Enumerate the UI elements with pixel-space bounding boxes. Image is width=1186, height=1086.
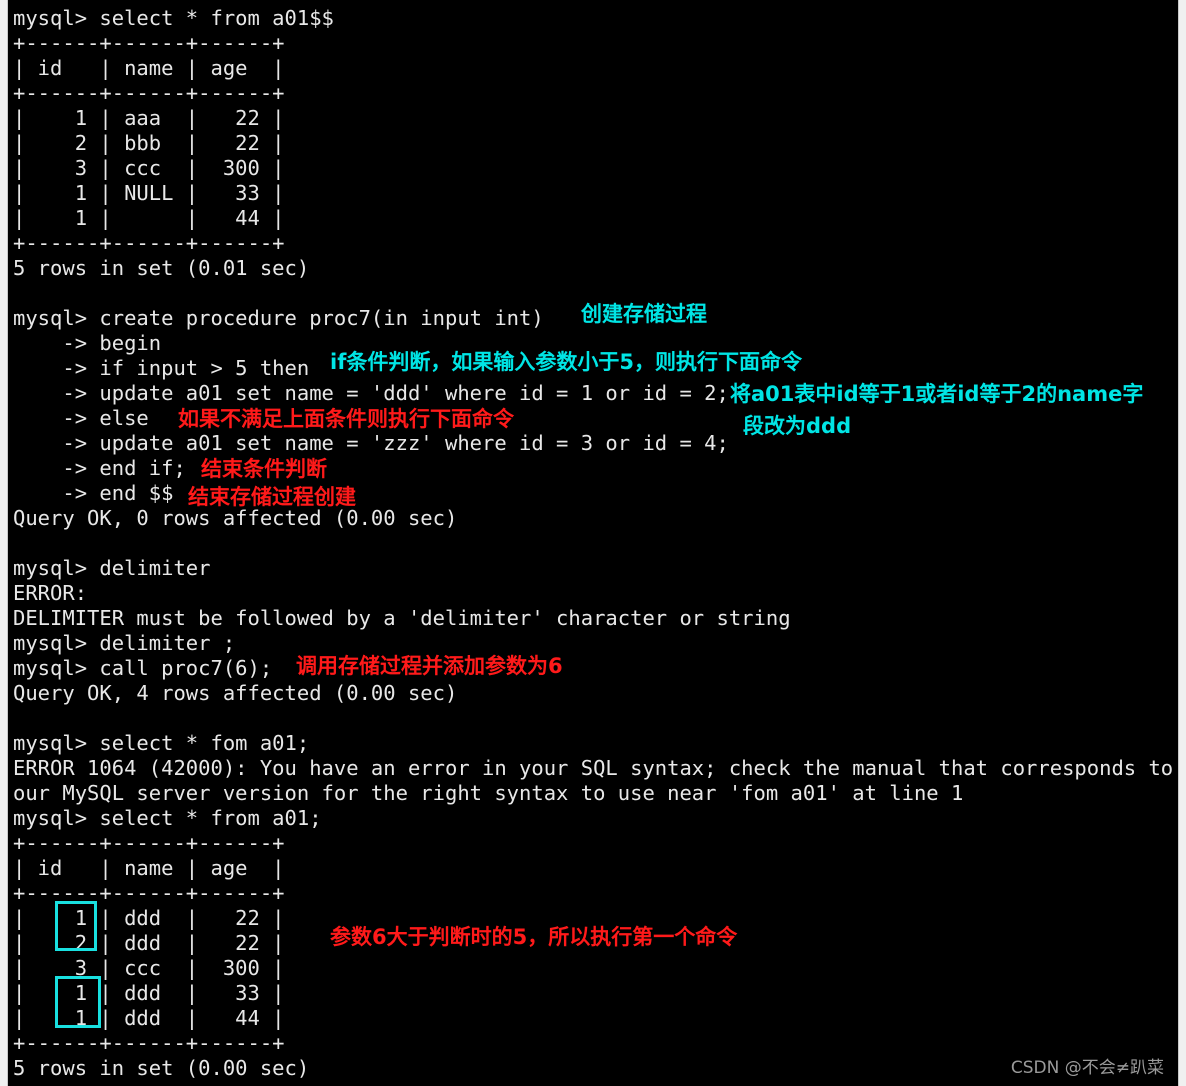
terminal-screenshot: mysql> select * from a01$$ +------+------…	[0, 0, 1186, 1086]
terminal-line: DELIMITER must be followed by a 'delimit…	[13, 606, 791, 630]
annotation-end-if: 结束条件判断	[201, 457, 327, 481]
terminal-line: mysql> call proc7(6);	[13, 656, 273, 680]
annotation-call-proc: 调用存储过程并添加参数为6	[296, 654, 563, 678]
terminal-line: mysql> select * from a01;	[13, 806, 322, 830]
terminal-line: Query OK, 4 rows affected (0.00 sec)	[13, 681, 458, 705]
terminal-line: mysql> select * from a01$$	[13, 6, 334, 30]
terminal-line: | id | name | age |	[13, 56, 285, 80]
terminal-line: -> end if;	[13, 456, 186, 480]
terminal-line: mysql> delimiter ;	[13, 631, 236, 655]
editor-gutter-right	[1178, 0, 1186, 1086]
terminal-line: 5 rows in set (0.01 sec)	[13, 256, 310, 280]
annotation-create-proc: 创建存储过程	[581, 302, 707, 326]
highlight-box-ids-1-1	[55, 976, 101, 1028]
terminal-line: | 1 | | 44 |	[13, 206, 285, 230]
annotation-update-ddd-line1: 将a01表中id等于1或者id等于2的name字	[730, 382, 1144, 406]
annotation-else-branch: 如果不满足上面条件则执行下面命令	[178, 407, 514, 431]
terminal-line: +------+------+------+	[13, 81, 285, 105]
terminal-line: | 1 | aaa | 22 |	[13, 106, 285, 130]
terminal-line: mysql> delimiter	[13, 556, 211, 580]
annotation-if-condition: if条件判断，如果输入参数小于5，则执行下面命令	[330, 350, 802, 374]
terminal-line: +------+------+------+	[13, 881, 285, 905]
terminal-output: mysql> select * from a01$$ +------+------…	[13, 6, 1186, 1081]
terminal-line: mysql> select * fom a01;	[13, 731, 310, 755]
terminal-line: -> update a01 set name = 'zzz' where id …	[13, 431, 729, 455]
terminal-line: | 2 | bbb | 22 |	[13, 131, 285, 155]
annotation-end-proc: 结束存储过程创建	[188, 485, 356, 509]
terminal-line: | 3 | ccc | 300 |	[13, 156, 285, 180]
terminal-line: +------+------+------+	[13, 831, 285, 855]
terminal-line: ERROR:	[13, 581, 88, 605]
terminal-window[interactable]: mysql> select * from a01$$ +------+------…	[8, 0, 1186, 1086]
terminal-line: | id | name | age |	[13, 856, 285, 880]
terminal-line: | 3 | ccc | 300 |	[13, 956, 285, 980]
terminal-line: | 1 | ddd | 44 |	[13, 1006, 285, 1030]
terminal-line: +------+------+------+	[13, 231, 285, 255]
highlight-box-ids-1-2	[55, 901, 97, 951]
terminal-line: 5 rows in set (0.00 sec)	[13, 1056, 310, 1080]
csdn-watermark: CSDN @不会≠趴菜	[1010, 1058, 1164, 1078]
terminal-line: | 1 | ddd | 33 |	[13, 981, 285, 1005]
editor-gutter-left	[0, 0, 8, 1086]
annotation-result-note: 参数6大于判断时的5，所以执行第一个命令	[330, 925, 738, 949]
terminal-line: | 1 | NULL | 33 |	[13, 181, 285, 205]
annotation-update-ddd-line2: 段改为ddd	[743, 414, 852, 438]
terminal-line: our MySQL server version for the right s…	[13, 781, 964, 805]
terminal-line: +------+------+------+	[13, 1031, 285, 1055]
terminal-line: ERROR 1064 (42000): You have an error in…	[13, 756, 1186, 780]
terminal-line: +------+------+------+	[13, 31, 285, 55]
